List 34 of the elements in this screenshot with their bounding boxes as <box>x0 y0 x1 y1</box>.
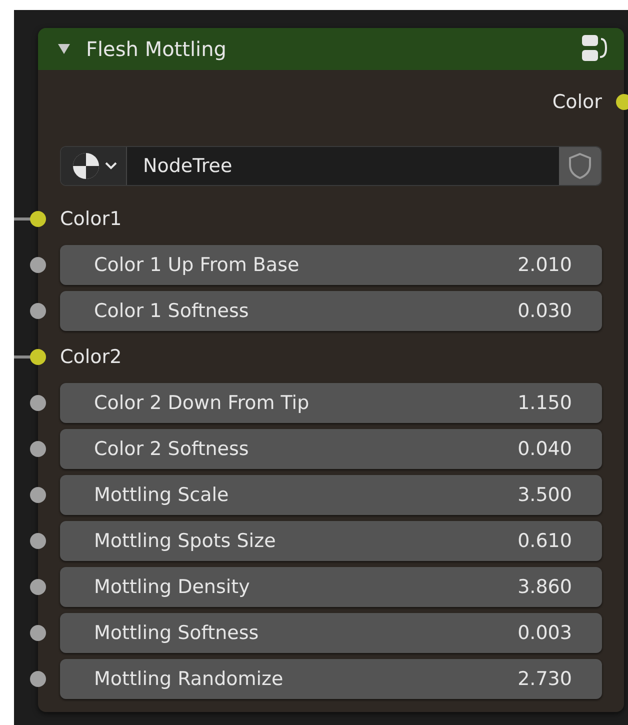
number-field[interactable]: Color 2 Softness 0.040 <box>60 429 602 469</box>
socket-icon[interactable] <box>30 625 46 641</box>
number-field[interactable]: Color 2 Down From Tip 1.150 <box>60 383 602 423</box>
socket-icon[interactable] <box>30 579 46 595</box>
socket-label: Color1 <box>60 206 122 232</box>
socket-icon[interactable] <box>30 303 46 319</box>
node-tree-name: NodeTree <box>142 154 234 179</box>
number-field[interactable]: Color 1 Softness 0.030 <box>60 291 602 331</box>
socket-icon[interactable] <box>30 671 46 687</box>
number-field[interactable]: Mottling Density 3.860 <box>60 567 602 607</box>
fake-user-button[interactable] <box>559 147 601 185</box>
number-field[interactable]: Mottling Scale 3.500 <box>60 475 602 515</box>
socket-icon[interactable] <box>30 211 46 227</box>
collapse-icon[interactable] <box>58 44 70 54</box>
socket-icon[interactable] <box>30 349 46 365</box>
node-tree-icon <box>70 151 100 181</box>
socket-icon[interactable] <box>30 487 46 503</box>
socket-label: Color2 <box>60 344 122 370</box>
number-field[interactable]: Mottling Softness 0.003 <box>60 613 602 653</box>
chevron-down-icon <box>104 162 116 170</box>
node-tree-selector[interactable]: NodeTree <box>60 146 602 186</box>
node-title: Flesh Mottling <box>86 36 228 63</box>
number-field[interactable]: Mottling Spots Size 0.610 <box>60 521 602 561</box>
node-header[interactable]: Flesh Mottling <box>38 28 624 70</box>
socket-icon[interactable] <box>30 395 46 411</box>
shield-icon <box>568 152 592 180</box>
number-field[interactable]: Color 1 Up From Base 2.010 <box>60 245 602 285</box>
socket-icon[interactable] <box>30 533 46 549</box>
node-group-icon[interactable] <box>580 34 608 64</box>
socket-icon[interactable] <box>30 441 46 457</box>
browse-button[interactable] <box>61 147 127 185</box>
socket-icon[interactable] <box>30 257 46 273</box>
socket-label: Color <box>552 90 602 115</box>
number-field[interactable]: Mottling Randomize 2.730 <box>60 659 602 699</box>
